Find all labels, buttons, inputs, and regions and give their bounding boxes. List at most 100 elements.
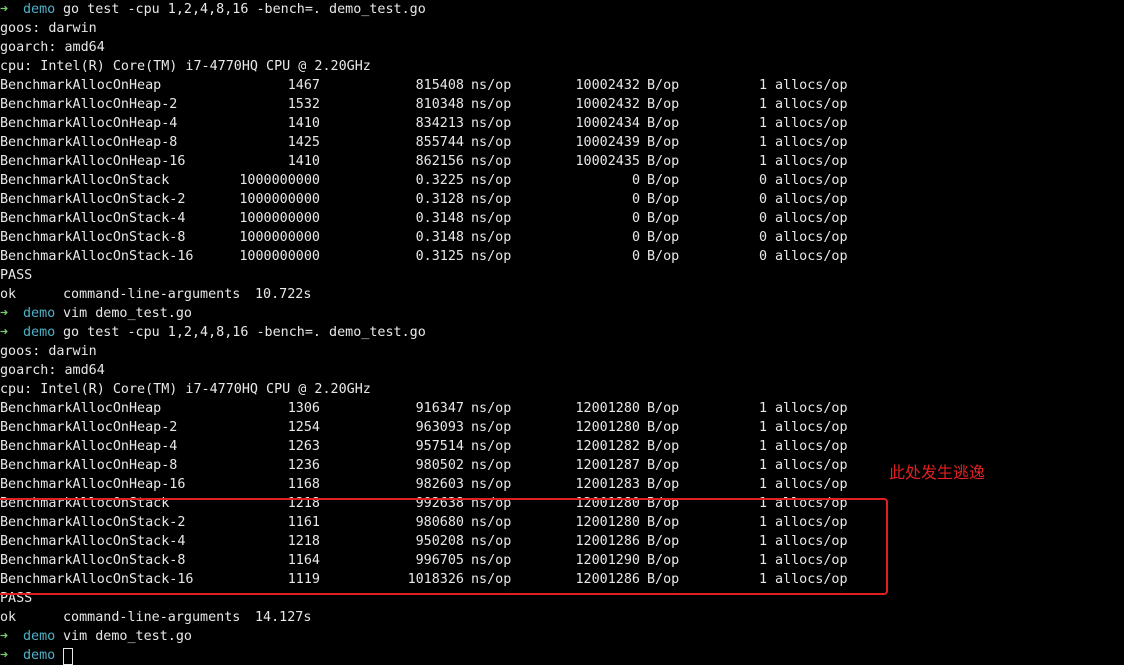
allocs-per-op-value: 0: [758, 192, 767, 207]
benchmark-name: BenchmarkAllocOnHeap-16: [0, 154, 186, 169]
iterations-value: 1000000000: [239, 173, 320, 188]
package-name: command-line-arguments: [63, 287, 241, 302]
benchmark-name: BenchmarkAllocOnHeap-16: [0, 477, 186, 492]
iterations-value: 1168: [287, 477, 320, 492]
benchmark-name: BenchmarkAllocOnStack: [0, 173, 170, 188]
allocs-per-op-value: 1: [758, 78, 767, 93]
cpu-line-text: cpu: Intel(R) Core(TM) i7-4770HQ CPU @ 2…: [0, 382, 371, 397]
allocs-per-op-value: 0: [758, 230, 767, 245]
iterations-value: 1254: [287, 420, 320, 435]
allocs-per-op-unit: allocs/op: [775, 211, 848, 226]
cpu-line: cpu: Intel(R) Core(TM) i7-4770HQ CPU @ 2…: [0, 380, 1124, 399]
allocs-per-op-unit: allocs/op: [775, 458, 848, 473]
bytes-per-op-unit: B/op: [647, 135, 680, 150]
prompt-arrow-icon: ➜: [0, 648, 9, 663]
ns-per-op-value: 980502: [415, 458, 464, 473]
bytes-per-op-unit: B/op: [647, 477, 680, 492]
bytes-per-op-value: 12001283: [575, 477, 641, 492]
prompt-arrow-icon: ➜: [0, 629, 9, 644]
command-text: go test -cpu 1,2,4,8,16 -bench=. demo_te…: [63, 325, 426, 340]
ns-per-op-unit: ns/op: [471, 477, 512, 492]
command-text: vim demo_test.go: [63, 629, 192, 644]
prompt-arrow-icon: ➜: [0, 325, 9, 340]
allocs-per-op-value: 1: [758, 135, 767, 150]
ns-per-op-unit: ns/op: [471, 135, 512, 150]
benchmark-row: BenchmarkAllocOnStack-16 1000000000 0.3125…: [0, 247, 1124, 266]
bytes-per-op-value: 0: [631, 230, 640, 245]
ns-per-op-value: 0.3125: [415, 249, 464, 264]
bytes-per-op-unit: B/op: [647, 154, 680, 169]
prompt-line: ➜ demo vim demo_test.go: [0, 627, 1124, 646]
benchmark-row: BenchmarkAllocOnHeap-16 1410 862156 ns/op 10…: [0, 152, 1124, 171]
iterations-value: 1263: [287, 439, 320, 454]
ns-per-op-value: 916347: [415, 401, 464, 416]
allocs-per-op-value: 1: [758, 116, 767, 131]
ns-per-op-unit: ns/op: [471, 211, 512, 226]
bytes-per-op-value: 10002432: [575, 78, 641, 93]
bytes-per-op-unit: B/op: [647, 97, 680, 112]
bytes-per-op-value: 12001280: [575, 401, 641, 416]
allocs-per-op-value: 1: [758, 154, 767, 169]
ns-per-op-value: 862156: [415, 154, 464, 169]
allocs-per-op-unit: allocs/op: [775, 249, 848, 264]
goarch-line-text: goarch: amd64: [0, 363, 105, 378]
benchmark-name: BenchmarkAllocOnHeap-4: [0, 116, 178, 131]
iterations-value: 1410: [287, 116, 320, 131]
iterations-value: 1410: [287, 154, 320, 169]
ns-per-op-unit: ns/op: [471, 401, 512, 416]
allocs-per-op-value: 1: [758, 420, 767, 435]
allocs-per-op-value: 1: [758, 97, 767, 112]
iterations-value: 1236: [287, 458, 320, 473]
benchmark-row: BenchmarkAllocOnHeap-2 1532 810348 ns/op 100…: [0, 95, 1124, 114]
benchmark-name: BenchmarkAllocOnHeap-2: [0, 420, 178, 435]
ns-per-op-value: 0.3128: [415, 192, 464, 207]
iterations-value: 1306: [287, 401, 320, 416]
benchmark-name: BenchmarkAllocOnHeap: [0, 401, 162, 416]
bytes-per-op-value: 0: [631, 192, 640, 207]
ns-per-op-value: 815408: [415, 78, 464, 93]
benchmark-row: BenchmarkAllocOnHeap-4 1263 957514 ns/op 120…: [0, 437, 1124, 456]
benchmark-row: BenchmarkAllocOnStack-2 1000000000 0.3128 n…: [0, 190, 1124, 209]
ns-per-op-unit: ns/op: [471, 78, 512, 93]
allocs-per-op-unit: allocs/op: [775, 97, 848, 112]
cursor[interactable]: [63, 648, 73, 665]
ok-line: ok command-line-arguments 14.127s: [0, 608, 1124, 627]
prompt-directory: demo: [23, 306, 56, 321]
bytes-per-op-value: 10002434: [575, 116, 641, 131]
allocs-per-op-value: 1: [758, 477, 767, 492]
ns-per-op-value: 963093: [415, 420, 464, 435]
command-text: vim demo_test.go: [63, 306, 192, 321]
allocs-per-op-value: 0: [758, 173, 767, 188]
allocs-per-op-unit: allocs/op: [775, 116, 848, 131]
allocs-per-op-value: 1: [758, 401, 767, 416]
bytes-per-op-unit: B/op: [647, 230, 680, 245]
benchmark-row: BenchmarkAllocOnStack-4 1000000000 0.3148 n…: [0, 209, 1124, 228]
iterations-value: 1467: [287, 78, 320, 93]
goos-line: goos: darwin: [0, 19, 1124, 38]
ns-per-op-value: 0.3148: [415, 211, 464, 226]
ns-per-op-unit: ns/op: [471, 192, 512, 207]
allocs-per-op-value: 0: [758, 249, 767, 264]
benchmark-row: BenchmarkAllocOnHeap-8 1425 855744 ns/op 100…: [0, 133, 1124, 152]
bytes-per-op-unit: B/op: [647, 173, 680, 188]
benchmark-name: BenchmarkAllocOnHeap: [0, 78, 162, 93]
benchmark-name: BenchmarkAllocOnStack-4: [0, 211, 186, 226]
bytes-per-op-value: 12001282: [575, 439, 641, 454]
ns-per-op-unit: ns/op: [471, 173, 512, 188]
bytes-per-op-unit: B/op: [647, 439, 680, 454]
prompt-arrow-icon: ➜: [0, 2, 9, 17]
prompt-line: ➜ demo vim demo_test.go: [0, 304, 1124, 323]
duration-value: 14.127s: [255, 610, 312, 625]
bytes-per-op-unit: B/op: [647, 192, 680, 207]
goos-line: goos: darwin: [0, 342, 1124, 361]
allocs-per-op-value: 0: [758, 211, 767, 226]
prompt-line: ➜ demo go test -cpu 1,2,4,8,16 -bench=. de…: [0, 323, 1124, 342]
allocs-per-op-unit: allocs/op: [775, 135, 848, 150]
bytes-per-op-value: 10002435: [575, 154, 641, 169]
bytes-per-op-value: 10002432: [575, 97, 641, 112]
benchmark-row: BenchmarkAllocOnHeap-2 1254 963093 ns/op 120…: [0, 418, 1124, 437]
bytes-per-op-value: 12001287: [575, 458, 641, 473]
bytes-per-op-unit: B/op: [647, 78, 680, 93]
package-name: command-line-arguments: [63, 610, 241, 625]
bytes-per-op-value: 10002439: [575, 135, 641, 150]
